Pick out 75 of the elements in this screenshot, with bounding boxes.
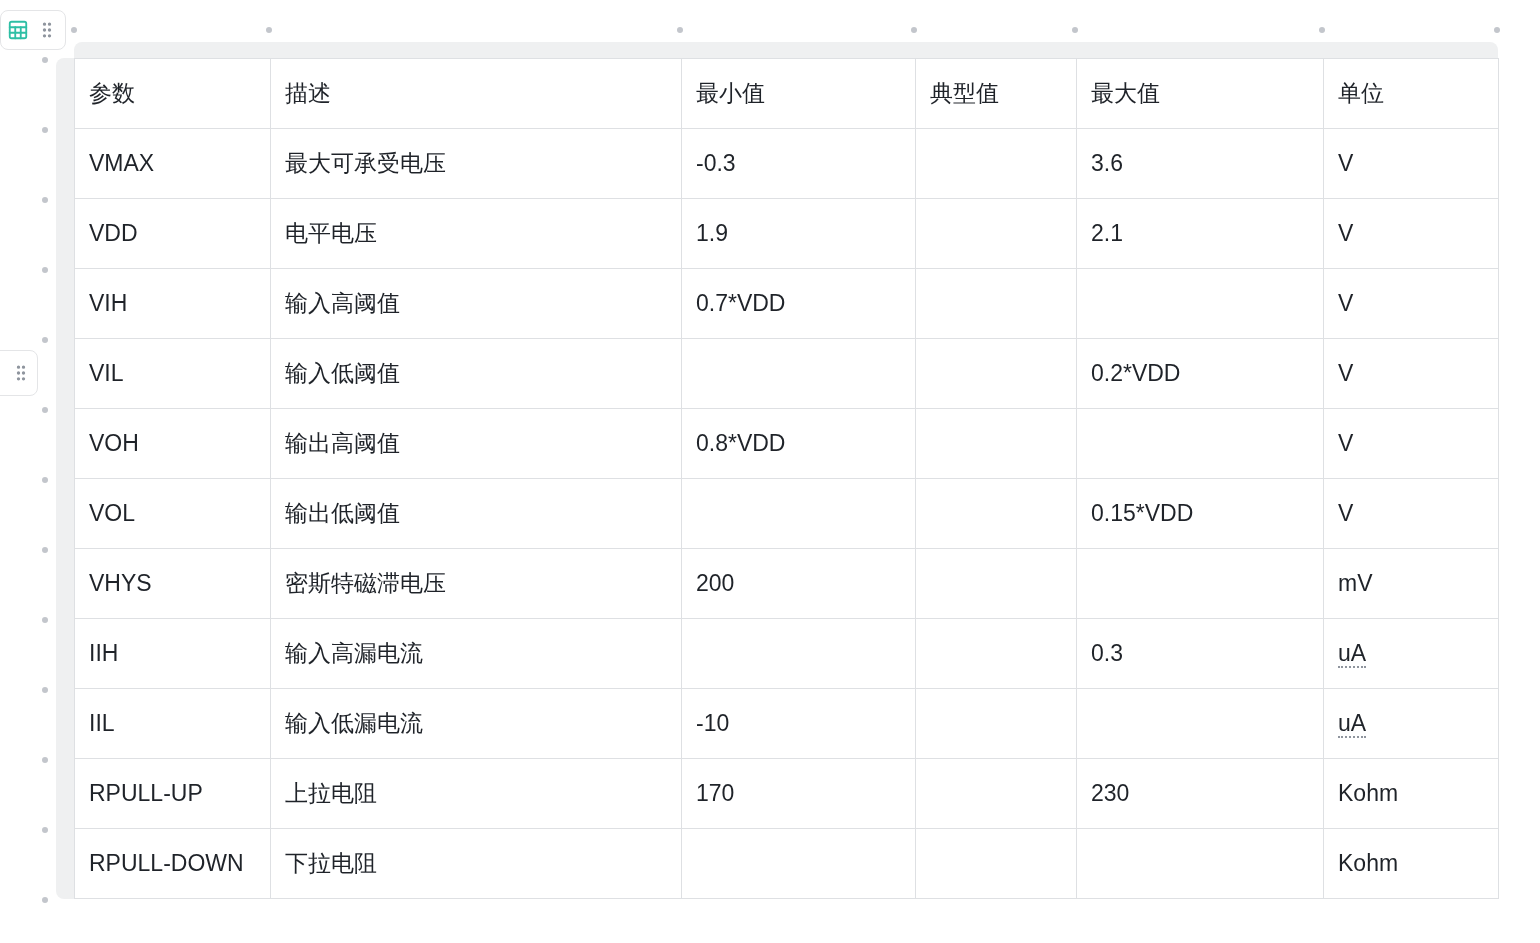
table-cell: VOL (74, 478, 271, 549)
table-cell: 输出高阈值 (270, 408, 682, 479)
table-cell: 0.15*VDD (1076, 478, 1324, 549)
table-cell: 输入高漏电流 (270, 618, 682, 689)
row-insert-dot[interactable] (42, 57, 48, 63)
table-cell: -0.3 (681, 128, 916, 199)
header-cell: 单位 (1323, 58, 1499, 129)
table-cell: 200 (681, 548, 916, 619)
table-cell: 1.9 (681, 198, 916, 269)
column-insert-dot[interactable] (911, 27, 917, 33)
table-cell: 230 (1076, 758, 1324, 829)
header-cell: 典型值 (915, 58, 1077, 129)
row-insert-dot[interactable] (42, 407, 48, 413)
row-insert-dot[interactable] (42, 687, 48, 693)
table-cell: RPULL-DOWN (74, 828, 271, 899)
row-insert-dot[interactable] (42, 127, 48, 133)
header-cell: 最小值 (681, 58, 916, 129)
table-cell: IIL (74, 688, 271, 759)
table-cell: VMAX (74, 128, 271, 199)
table-cell: 输入低阈值 (270, 338, 682, 409)
header-cell: 参数 (74, 58, 271, 129)
table-cell: 输出低阈值 (270, 478, 682, 549)
table-cell: V (1323, 408, 1499, 479)
table-cell: 下拉电阻 (270, 828, 682, 899)
table-cell: VIH (74, 268, 271, 339)
table-cell: VOH (74, 408, 271, 479)
row-insert-dot[interactable] (42, 267, 48, 273)
column-insert-dot[interactable] (677, 27, 683, 33)
table-cell: V (1323, 478, 1499, 549)
table-cell: uA (1323, 688, 1499, 759)
column-insert-dot[interactable] (1319, 27, 1325, 33)
column-insert-dot[interactable] (1072, 27, 1078, 33)
header-cell: 最大值 (1076, 58, 1324, 129)
header-cell: 描述 (270, 58, 682, 129)
table-cell: V (1323, 128, 1499, 199)
table-cell: mV (1323, 548, 1499, 619)
table-cell: 0.2*VDD (1076, 338, 1324, 409)
table-cell: 输入低漏电流 (270, 688, 682, 759)
table-cell: 上拉电阻 (270, 758, 682, 829)
table-cell: VIL (74, 338, 271, 409)
table-cell: 170 (681, 758, 916, 829)
row-insert-dot[interactable] (42, 827, 48, 833)
table-cell: IIH (74, 618, 271, 689)
table-cell: Kohm (1323, 828, 1499, 899)
table-cell: V (1323, 268, 1499, 339)
row-insert-dot[interactable] (42, 617, 48, 623)
table-cell: 电平电压 (270, 198, 682, 269)
row-insert-dot[interactable] (42, 547, 48, 553)
table-cell: 3.6 (1076, 128, 1324, 199)
table-cell: Kohm (1323, 758, 1499, 829)
table-cell: 2.1 (1076, 198, 1324, 269)
row-insert-dot[interactable] (42, 897, 48, 903)
table-cell: RPULL-UP (74, 758, 271, 829)
block-handle[interactable] (0, 10, 66, 50)
table-cell: 密斯特磁滞电压 (270, 548, 682, 619)
table-cell: 0.3 (1076, 618, 1324, 689)
table-cell: VHYS (74, 548, 271, 619)
row-insert-dot[interactable] (42, 337, 48, 343)
table-cell: 最大可承受电压 (270, 128, 682, 199)
row-insert-dot[interactable] (42, 757, 48, 763)
column-insert-dot[interactable] (266, 27, 272, 33)
table-cell: 0.7*VDD (681, 268, 916, 339)
table-cell: V (1323, 198, 1499, 269)
table-cell: 0.8*VDD (681, 408, 916, 479)
table-cell: 输入高阈值 (270, 268, 682, 339)
row-insert-dot[interactable] (42, 197, 48, 203)
table-cell: VDD (74, 198, 271, 269)
row-handle[interactable] (0, 350, 38, 396)
column-insert-dot[interactable] (1494, 27, 1500, 33)
table-cell: V (1323, 338, 1499, 409)
table-icon (7, 19, 29, 41)
table-cell: uA (1323, 618, 1499, 689)
table-cell: -10 (681, 688, 916, 759)
column-insert-dot[interactable] (71, 27, 77, 33)
row-insert-dot[interactable] (42, 477, 48, 483)
